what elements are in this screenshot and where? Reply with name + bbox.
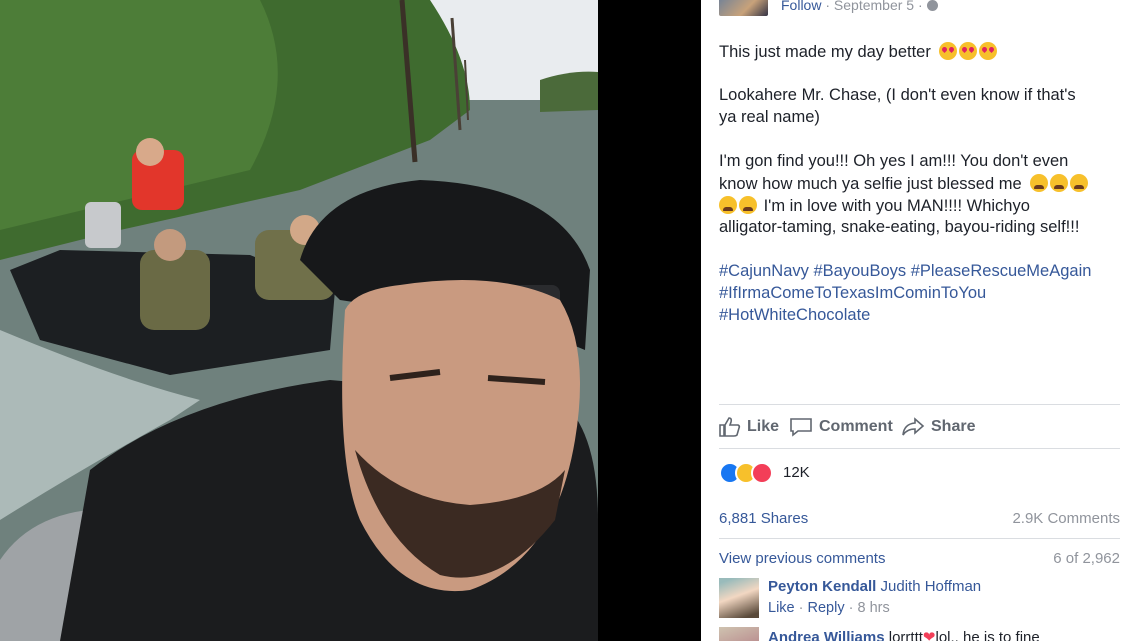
hashtag-link[interactable]: #IfIrmaComeToTexasImCominToYou: [719, 284, 986, 303]
divider: [719, 538, 1120, 539]
post-text: ya real name): [719, 108, 820, 126]
post-text: I'm gon find you!!! Oh yes I am!!! You d…: [719, 152, 1069, 170]
comments-pager: 6 of 2,962: [1053, 550, 1120, 567]
hashtag-link[interactable]: #HotWhiteChocolate: [719, 306, 870, 325]
divider: [719, 448, 1120, 449]
heart-eyes-emoji: [959, 42, 978, 60]
share-label: Share: [931, 418, 976, 435]
follow-link[interactable]: Follow: [781, 0, 821, 13]
letterbox-bar: [598, 0, 701, 641]
page-avatar[interactable]: [719, 0, 768, 16]
speech-bubble-icon: [790, 418, 812, 437]
heart-emoji: ❤: [922, 629, 936, 641]
meta-separator: ·: [798, 600, 804, 616]
post-panel: Follow · September 5 · This just made my…: [701, 0, 1140, 641]
meta-separator: ·: [848, 600, 854, 616]
post-text: I'm in love with you MAN!!!! Whichyo: [763, 197, 1030, 215]
heart-eyes-emoji: [939, 42, 958, 60]
shares-count[interactable]: 6,881 Shares: [719, 510, 808, 527]
commenter-avatar[interactable]: [719, 627, 759, 641]
post-text-line: I'm in love with you MAN!!!! Whichyo: [719, 196, 1030, 216]
comment-mention[interactable]: Judith Hoffman: [881, 578, 982, 595]
hashtag-link[interactable]: #BayouBoys: [813, 262, 906, 280]
post-text: This just made my day better: [719, 43, 931, 61]
like-label: Like: [747, 418, 780, 435]
comment-time[interactable]: 8 hrs: [858, 600, 890, 616]
comment-button[interactable]: Comment: [789, 417, 893, 437]
comment-author[interactable]: Peyton Kendall: [768, 578, 876, 595]
post-text-line: This just made my day better: [719, 42, 999, 62]
hashtag-link[interactable]: #PleaseRescueMeAgain: [911, 262, 1092, 280]
like-button[interactable]: Like: [719, 417, 779, 437]
tired-face-emoji: [1050, 174, 1069, 192]
commenter-avatar[interactable]: [719, 578, 759, 618]
comment-item: Peyton Kendall Judith Hoffman: [768, 578, 981, 595]
love-reaction-icon: [751, 462, 773, 484]
comment-label: Comment: [819, 418, 893, 435]
share-arrow-icon: [902, 417, 925, 436]
hashtag-line: #CajunNavy #BayouBoys #PleaseRescueMeAga…: [719, 262, 1091, 281]
meta-separator: ·: [917, 0, 923, 13]
comment-text: lorrttt: [888, 629, 923, 641]
tired-face-emoji: [739, 196, 757, 214]
globe-icon: [926, 0, 938, 11]
thumbs-up-icon: [719, 417, 741, 437]
post-text-line: know how much ya selfie just blessed me: [719, 174, 1090, 194]
selfie-boat-photo: [0, 0, 598, 641]
divider: [719, 404, 1120, 405]
share-button[interactable]: Share: [901, 417, 975, 437]
post-text: alligator-taming, snake-eating, bayou-ri…: [719, 218, 1080, 236]
tired-face-emoji: [1070, 174, 1089, 192]
comment-text: lol.. he is to fine: [935, 629, 1040, 641]
post-text: know how much ya selfie just blessed me: [719, 175, 1022, 193]
hashtag-link[interactable]: #CajunNavy: [719, 262, 809, 280]
comments-count[interactable]: 2.9K Comments: [1012, 510, 1120, 527]
meta-separator: ·: [825, 0, 831, 13]
comment-item: Andrea Williams lorrttt❤lol.. he is to f…: [768, 628, 1040, 641]
post-photo[interactable]: [0, 0, 598, 641]
tired-face-emoji: [1030, 174, 1049, 192]
post-date[interactable]: September 5: [834, 0, 914, 13]
post-text: Lookahere Mr. Chase, (I don't even know …: [719, 86, 1076, 104]
comment-meta: Like · Reply · 8 hrs: [768, 600, 890, 616]
heart-eyes-emoji: [979, 42, 998, 60]
reaction-count: 12K: [783, 464, 810, 481]
comment-reply-link[interactable]: Reply: [808, 600, 845, 616]
view-previous-comments-link[interactable]: View previous comments: [719, 550, 885, 567]
comment-like-link[interactable]: Like: [768, 600, 795, 616]
tired-face-emoji: [719, 196, 737, 214]
comment-author[interactable]: Andrea Williams: [768, 629, 885, 641]
